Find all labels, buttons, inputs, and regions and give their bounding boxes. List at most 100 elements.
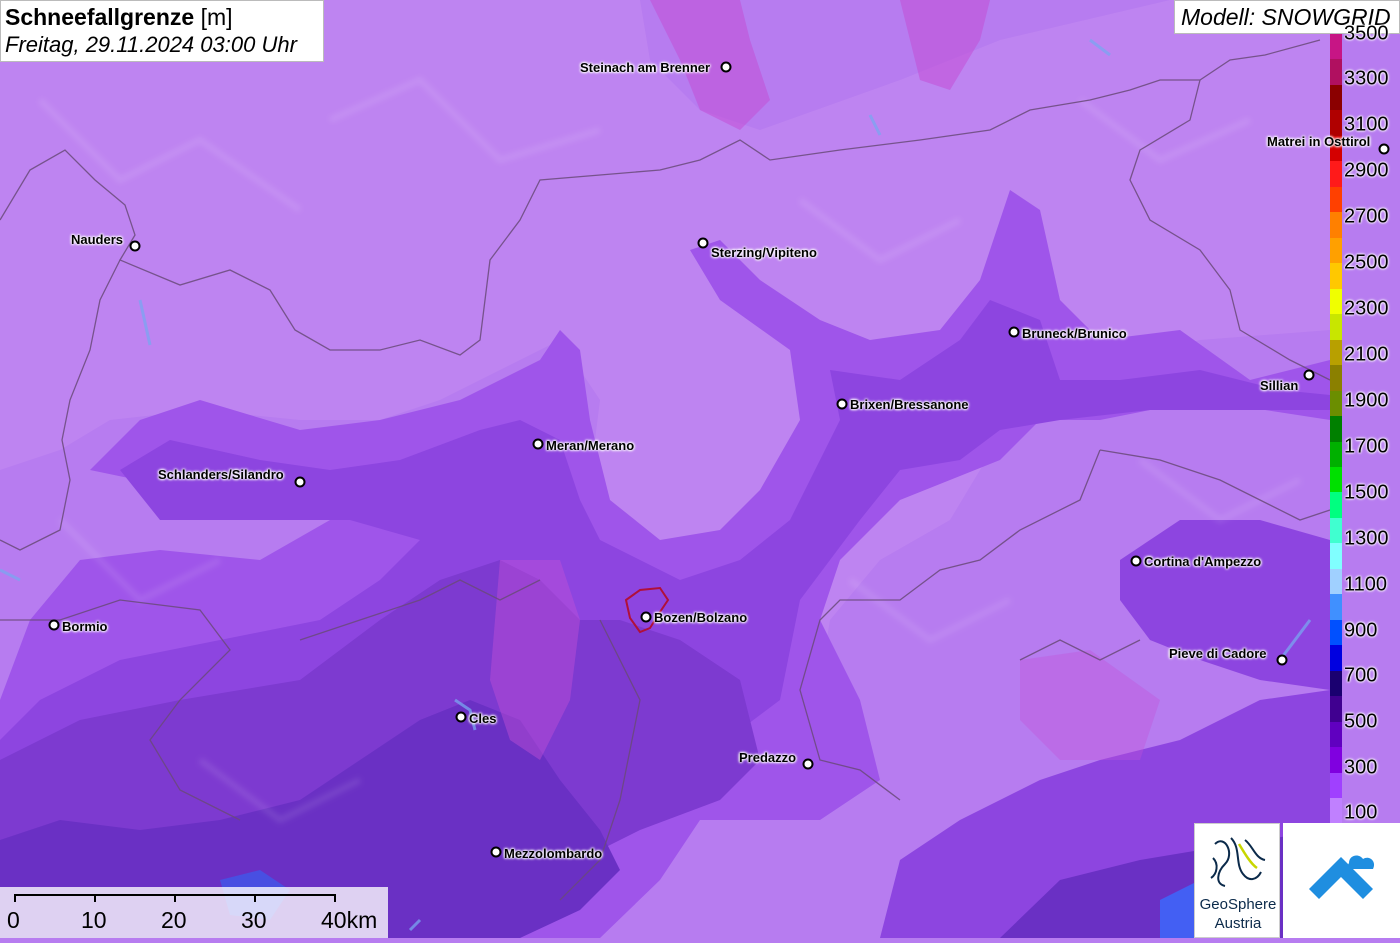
legend-label: 2100 [1344, 343, 1389, 366]
legend-color-step [1330, 696, 1342, 722]
legend-label: 700 [1344, 664, 1378, 687]
legend-color-step [1330, 161, 1342, 187]
scale-tick [334, 894, 336, 902]
city-marker-icon[interactable] [836, 398, 848, 410]
legend-label: 2500 [1344, 251, 1389, 274]
legend-color-step [1330, 212, 1342, 238]
map-title-box: Schneefallgrenze [m] Freitag, 29.11.2024… [0, 0, 324, 62]
legend-label: 1300 [1344, 527, 1389, 550]
city-label: Cortina d'Ampezzo [1144, 554, 1262, 569]
scale-label: 10 [81, 907, 107, 933]
house-cloud-icon [1309, 855, 1375, 899]
legend-color-step [1330, 543, 1342, 569]
city-label: Bormio [62, 619, 108, 634]
legend-label: 900 [1344, 619, 1378, 642]
legend-color-step [1330, 645, 1342, 671]
legend-label: 3500 [1344, 22, 1389, 45]
legend-color-step [1330, 314, 1342, 340]
legend-label: 100 [1344, 801, 1378, 824]
legend-color-step [1330, 84, 1342, 111]
legend-color-step [1330, 747, 1342, 773]
city-label: Sillian [1260, 378, 1299, 393]
scale-label: 0 [7, 907, 20, 933]
city-label: Steinach am Brenner [580, 60, 711, 75]
city-label: Brixen/Bressanone [850, 397, 969, 412]
legend-color-step [1330, 619, 1342, 646]
legend-label: 500 [1344, 710, 1378, 733]
legend-color-step [1330, 594, 1342, 620]
legend-color-step [1330, 339, 1342, 366]
city-label: Meran/Merano [546, 438, 635, 453]
city-marker-icon[interactable] [129, 240, 141, 252]
city-label: Pieve di Cadore [1169, 646, 1267, 661]
legend-color-step [1330, 186, 1342, 213]
city-marker-icon[interactable] [1378, 143, 1390, 155]
city-marker-icon[interactable] [48, 619, 60, 631]
city-label: Sterzing/Vipiteno [711, 245, 817, 260]
geosphere-name: GeoSphere [1199, 896, 1277, 913]
geosphere-country: Austria [1214, 915, 1262, 932]
legend-label: 2700 [1344, 205, 1389, 228]
city-marker-icon[interactable] [1276, 654, 1288, 666]
city-marker-icon[interactable] [697, 237, 709, 249]
legend-color-step [1330, 772, 1342, 799]
city-label: Predazzo [739, 750, 797, 765]
map-datetime: Freitag, 29.11.2024 03:00 Uhr [5, 32, 297, 57]
geosphere-emblem-icon [1210, 837, 1266, 887]
legend-color-step [1330, 441, 1342, 467]
city-label: Mezzolombardo [504, 846, 603, 861]
city-marker-icon[interactable] [490, 846, 502, 858]
legend-color-step [1330, 798, 1342, 824]
legend-color-step [1330, 670, 1342, 697]
legend-label: 3300 [1344, 67, 1389, 90]
legend-color-step [1330, 721, 1342, 748]
scale-label: 40km [321, 907, 378, 933]
legend-color-step [1330, 110, 1342, 136]
city-marker-icon[interactable] [532, 438, 544, 450]
city-marker-icon[interactable] [720, 61, 732, 73]
scale-tick [14, 894, 16, 902]
city-marker-icon[interactable] [640, 611, 652, 623]
city-marker-icon[interactable] [802, 758, 814, 770]
legend-color-step [1330, 568, 1342, 595]
city-label: Schlanders/Silandro [158, 467, 284, 482]
city-marker-icon[interactable] [455, 711, 467, 723]
legend-color-step [1330, 59, 1342, 85]
scale-label: 30 [241, 907, 267, 933]
legend-color-step [1330, 466, 1342, 493]
city-label: Nauders [71, 232, 124, 247]
legend-color-step [1330, 288, 1342, 315]
legend-color-step [1330, 517, 1342, 544]
legend-label: 1900 [1344, 389, 1389, 412]
city-label: Bozen/Bolzano [654, 610, 748, 625]
legend-label: 300 [1344, 756, 1378, 779]
city-marker-icon[interactable] [1130, 555, 1142, 567]
legend-label: 1500 [1344, 481, 1389, 504]
legend-color-step [1330, 390, 1342, 417]
legend-color-step [1330, 34, 1342, 60]
color-legend: 3500 3300 3100 2900 2700 2500 2300 2100 1900 1700… [1330, 23, 1400, 824]
legend-color-step [1330, 492, 1342, 518]
legend-label: 2900 [1344, 159, 1389, 182]
weather-app-logo[interactable] [1283, 823, 1400, 938]
scale-tick [94, 894, 96, 902]
city-label: Cles [469, 711, 497, 726]
city-marker-icon[interactable] [1303, 369, 1315, 381]
city-label: Matrei in Osttirol [1267, 134, 1371, 149]
scale-label: 20 [161, 907, 187, 933]
scale-tick [174, 894, 176, 902]
legend-color-step [1330, 416, 1342, 442]
geosphere-logo[interactable]: GeoSphere Austria [1194, 823, 1280, 938]
legend-color-step [1330, 263, 1342, 289]
legend-color-step [1330, 365, 1342, 391]
city-label: Bruneck/Brunico [1022, 326, 1127, 341]
map-title: Schneefallgrenze [m] [5, 4, 233, 30]
legend-color-step [1330, 237, 1342, 264]
scale-tick [254, 894, 256, 902]
legend-label: 2300 [1344, 297, 1389, 320]
legend-label: 1700 [1344, 435, 1389, 458]
legend-colorbar [1330, 34, 1342, 824]
city-marker-icon[interactable] [1008, 326, 1020, 338]
legend-label: 1100 [1344, 573, 1388, 596]
city-marker-icon[interactable] [294, 476, 306, 488]
